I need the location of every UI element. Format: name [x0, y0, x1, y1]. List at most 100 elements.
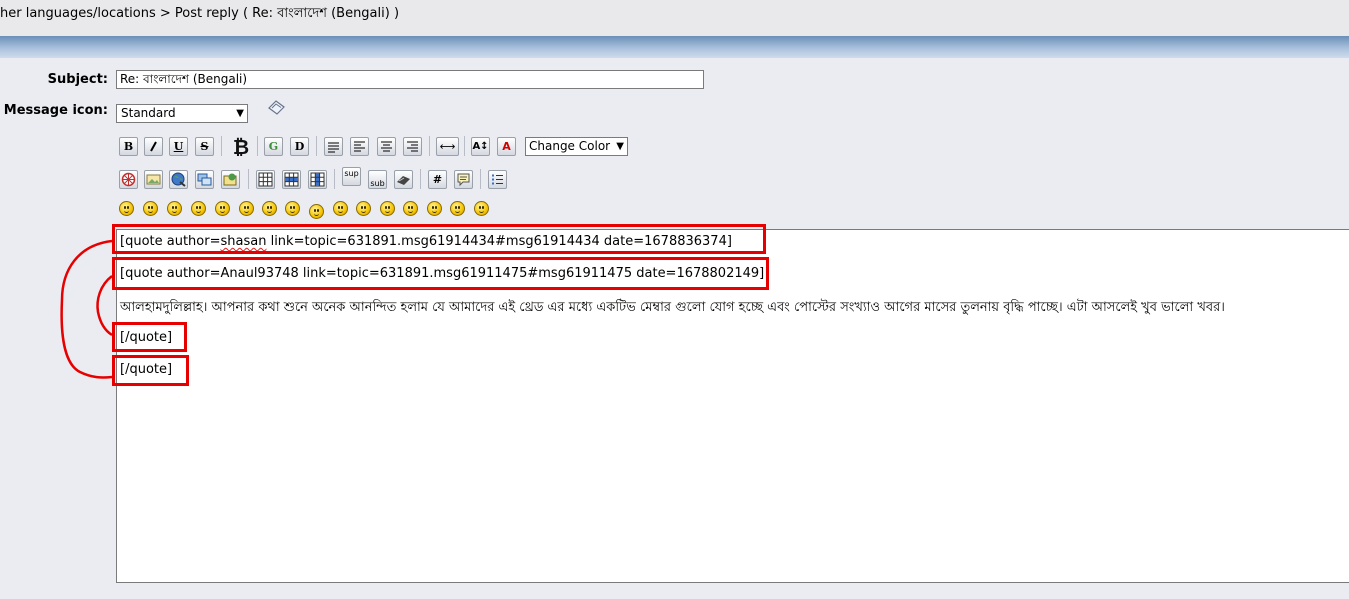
shocked-icon[interactable]: [262, 201, 277, 216]
huh-icon[interactable]: [309, 204, 324, 219]
chevron-down-icon: ▼: [616, 141, 624, 152]
list-button[interactable]: [488, 170, 507, 189]
smiley-mouth: [455, 210, 460, 213]
email-icon: [223, 173, 237, 186]
angry-icon[interactable]: [215, 201, 230, 216]
grin-icon[interactable]: [191, 201, 206, 216]
ftp-icon: [197, 173, 212, 186]
editor-line-body: আলহামদুলিল্লাহ। আপনার কথা শুনে অনেক আনন্…: [120, 300, 1225, 315]
smiley-mouth: [172, 210, 177, 213]
flash-icon: [121, 172, 136, 187]
svg-text:₿: ₿: [233, 136, 249, 157]
subscript-button[interactable]: sub: [368, 170, 387, 189]
breadcrumb-text: her languages/locations > Post reply ( R…: [0, 6, 400, 21]
glow-button[interactable]: G: [264, 137, 283, 156]
code-button[interactable]: #: [428, 170, 447, 189]
cool-icon[interactable]: [285, 201, 300, 216]
kiss-icon[interactable]: [450, 201, 465, 216]
wink-icon[interactable]: [143, 201, 158, 216]
smiley-mouth: [385, 210, 390, 213]
toolbar-separator: [464, 136, 465, 156]
roll-eyes-icon[interactable]: [333, 201, 348, 216]
table-button[interactable]: [256, 170, 275, 189]
message-icon-select[interactable]: Standard ▼: [116, 104, 248, 123]
superscript-button[interactable]: sup: [342, 167, 361, 186]
sad-icon[interactable]: [239, 201, 254, 216]
underline-button[interactable]: U: [169, 137, 188, 156]
font-color-button[interactable]: A: [497, 137, 516, 156]
annotation-box: [112, 322, 187, 352]
shadow-button[interactable]: D: [290, 137, 309, 156]
message-icon-preview-icon: [268, 100, 285, 115]
toolbar-separator: [316, 136, 317, 156]
italic-button[interactable]: [144, 137, 163, 156]
smiley-mouth: [361, 210, 366, 213]
align-left-button[interactable]: [350, 137, 369, 156]
cheesy-icon[interactable]: [167, 201, 182, 216]
flash-button[interactable]: [119, 170, 138, 189]
quote-icon: [457, 173, 470, 187]
tongue-icon[interactable]: [356, 201, 371, 216]
font-size-button[interactable]: A↕: [471, 137, 490, 156]
quote-button[interactable]: [454, 170, 473, 189]
annotation-box: [112, 224, 766, 254]
table-column-icon: [310, 172, 325, 187]
align-right-button[interactable]: [403, 137, 422, 156]
smiley-mouth: [124, 210, 129, 213]
horizontal-rule-button[interactable]: ⟷: [436, 137, 459, 156]
smiley-mouth: [432, 210, 437, 213]
globe-icon: [171, 172, 186, 187]
align-left-icon: [354, 141, 365, 152]
toolbar-separator: [221, 136, 222, 156]
align-center-button[interactable]: [377, 137, 396, 156]
table-column-button[interactable]: [308, 170, 327, 189]
cry-icon[interactable]: [474, 201, 489, 216]
change-color-label: Change Color: [529, 139, 611, 153]
list-icon: [492, 174, 503, 185]
teletype-button[interactable]: [394, 170, 413, 189]
annotation-box: [112, 257, 769, 290]
header-bar: [0, 36, 1349, 58]
toolbar-separator: [334, 169, 335, 189]
hyperlink-button[interactable]: [169, 170, 188, 189]
strikethrough-button[interactable]: S: [195, 137, 214, 156]
undecided-icon[interactable]: [427, 201, 442, 216]
bold-button[interactable]: B: [119, 137, 138, 156]
smiley-mouth: [148, 210, 153, 213]
table-row-icon: [284, 172, 299, 187]
change-color-select[interactable]: Change Color ▼: [525, 137, 628, 156]
ftp-link-button[interactable]: [195, 170, 214, 189]
smiley-mouth: [196, 210, 201, 213]
smiley-mouth: [244, 210, 249, 213]
toolbar-separator: [480, 169, 481, 189]
toolbar-separator: [420, 169, 421, 189]
message-icon-selected: Standard: [121, 106, 176, 120]
align-center-icon: [381, 141, 392, 152]
smiley-mouth: [267, 210, 272, 213]
subject-input[interactable]: Re: বাংলাদেশ (Bengali): [116, 70, 704, 89]
embarrassed-icon[interactable]: [380, 201, 395, 216]
preformatted-icon: [328, 142, 339, 153]
toolbar-separator: [248, 169, 249, 189]
smiley-mouth: [479, 210, 484, 213]
preformatted-button[interactable]: [324, 137, 343, 156]
subject-label: Subject:: [47, 72, 108, 87]
image-icon: [146, 174, 161, 185]
smiley-icon[interactable]: [119, 201, 134, 216]
table-row-button[interactable]: [282, 170, 301, 189]
annotation-box: [112, 355, 189, 386]
email-button[interactable]: [221, 170, 240, 189]
align-right-icon: [407, 141, 418, 152]
bitcoin-button[interactable]: ₿: [229, 135, 251, 157]
smiley-mouth: [314, 213, 319, 216]
toolbar-separator: [429, 136, 430, 156]
smiley-mouth: [220, 210, 225, 213]
table-icon: [258, 172, 273, 187]
smiley-mouth: [408, 210, 413, 213]
image-button[interactable]: [144, 170, 163, 189]
toolbar-separator: [257, 136, 258, 156]
typewriter-icon: [397, 176, 410, 185]
lips-sealed-icon[interactable]: [403, 201, 418, 216]
breadcrumb: her languages/locations > Post reply ( R…: [0, 0, 1349, 37]
message-icon-label: Message icon:: [3, 103, 108, 118]
